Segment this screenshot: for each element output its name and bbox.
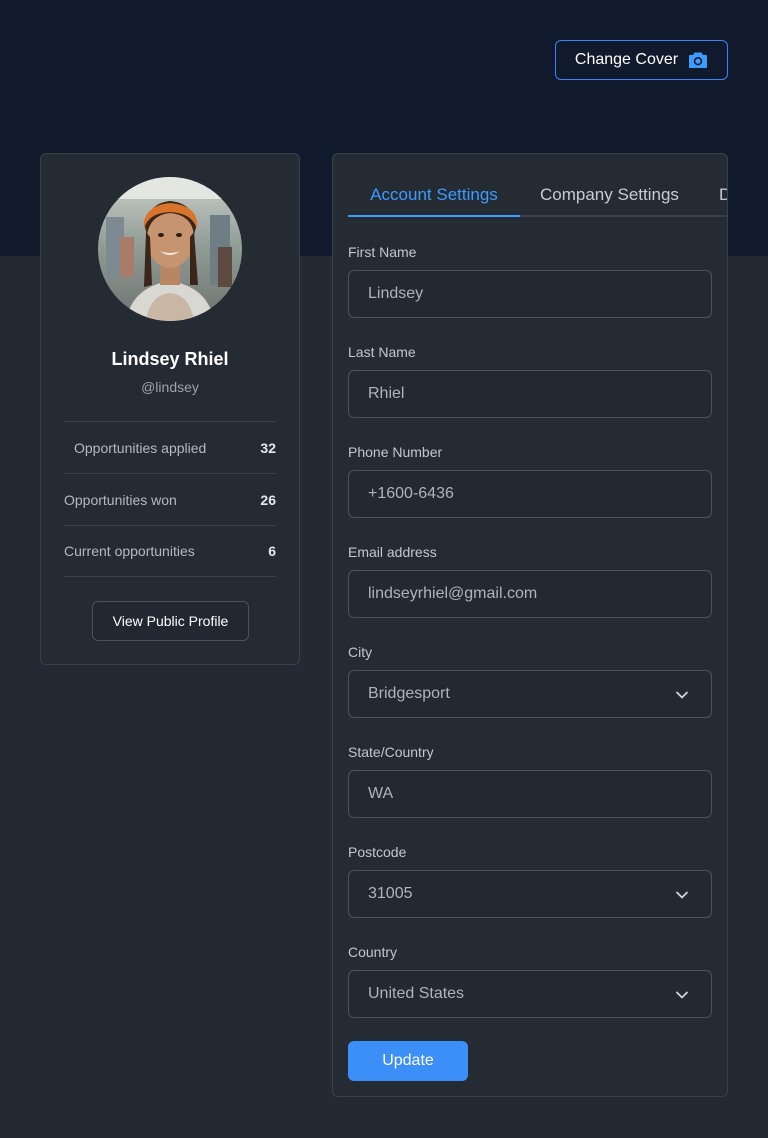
chevron-down-icon [676, 691, 688, 699]
profile-photo [98, 177, 242, 321]
stat-label: Current opportunities [64, 543, 195, 559]
last-name-input[interactable]: Rhiel [348, 370, 712, 418]
stat-value: 26 [260, 491, 276, 508]
change-cover-label: Change Cover [574, 51, 679, 68]
postcode-value: 31005 [368, 885, 413, 902]
city-select[interactable]: Bridgesport [348, 670, 712, 718]
tab-company-settings[interactable]: Company Settings [540, 154, 679, 217]
settings-tabs: Account Settings Company Settings D [348, 154, 727, 217]
view-public-profile-button[interactable]: View Public Profile [92, 601, 249, 641]
update-button[interactable]: Update [348, 1041, 468, 1081]
phone-number-label: Phone Number [348, 444, 443, 460]
postcode-label: Postcode [348, 844, 407, 860]
city-label: City [348, 644, 373, 660]
chevron-down-icon [676, 891, 688, 899]
profile-name: Lindsey Rhiel [111, 349, 229, 369]
camera-icon [689, 52, 708, 68]
postcode-select[interactable]: 31005 [348, 870, 712, 918]
stat-value: 32 [260, 439, 276, 456]
settings-card: Account Settings Company Settings D Firs… [332, 153, 728, 1097]
last-name-label: Last Name [348, 344, 416, 360]
stat-label: Opportunities won [64, 491, 177, 508]
city-value: Bridgesport [368, 685, 450, 702]
state-country-label: State/Country [348, 744, 434, 760]
email-label: Email address [348, 544, 437, 560]
profile-handle: @lindsey [141, 379, 199, 395]
tab-truncated[interactable]: D [719, 154, 727, 217]
stat-opportunities-applied: Opportunities applied 32 [64, 421, 276, 473]
stat-current-opportunities: Current opportunities 6 [64, 525, 276, 577]
profile-stats: Opportunities applied 32 Opportunities w… [64, 421, 276, 577]
stat-opportunities-won: Opportunities won 26 [64, 473, 276, 525]
country-value: United States [368, 985, 465, 1002]
stat-label: Opportunities applied [74, 439, 207, 456]
tab-account-settings[interactable]: Account Settings [348, 154, 520, 217]
chevron-down-icon [676, 991, 688, 999]
stat-value: 6 [268, 543, 276, 559]
country-label: Country [348, 944, 398, 960]
change-cover-button[interactable]: Change Cover [555, 40, 728, 80]
first-name-input[interactable]: Lindsey [348, 270, 712, 318]
profile-card: Lindsey Rhiel @lindsey Opportunities app… [40, 153, 300, 665]
country-select[interactable]: United States [348, 970, 712, 1018]
first-name-label: First Name [348, 244, 417, 260]
state-country-input[interactable]: WA [348, 770, 712, 818]
avatar [98, 177, 242, 321]
phone-number-input[interactable]: +1600-6436 [348, 470, 712, 518]
email-input[interactable]: lindseyrhiel@gmail.com [348, 570, 712, 618]
